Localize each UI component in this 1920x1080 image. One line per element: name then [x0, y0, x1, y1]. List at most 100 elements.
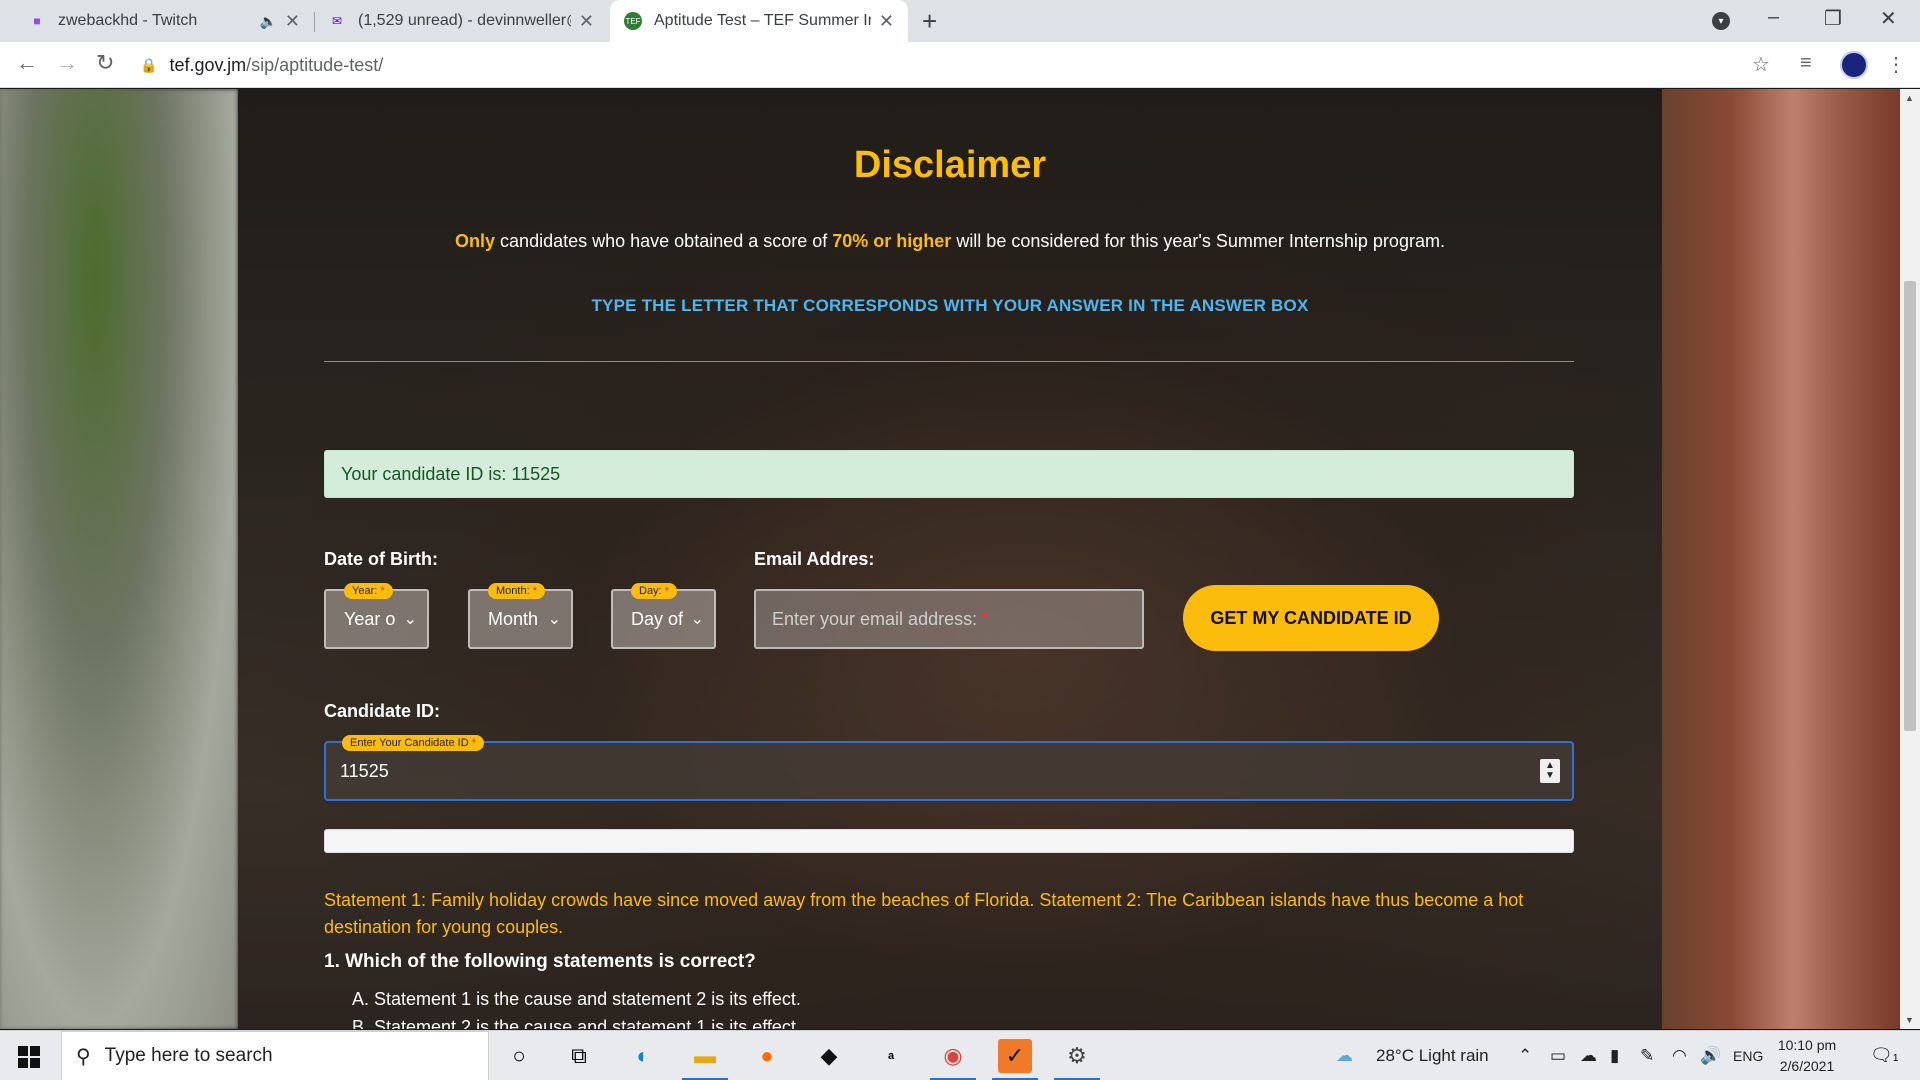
browser-toolbar: ← → ↻ 🔒 tef.gov.jm /sip/aptitude-test/ ☆… — [0, 42, 1920, 88]
progress-bar — [324, 829, 1574, 853]
day-select-value: Day of — [631, 608, 684, 629]
taskbar-search-placeholder: Type here to search — [104, 1045, 273, 1066]
yahoo-mail-icon: ✉ — [331, 14, 343, 28]
answer-option-a: A. Statement 1 is the cause and statemen… — [352, 989, 801, 1009]
close-icon[interactable]: ✕ — [879, 11, 894, 32]
forward-icon[interactable]: → — [56, 50, 78, 76]
weather-icon[interactable]: ☁ — [1336, 1046, 1353, 1066]
close-icon[interactable]: ✕ — [579, 11, 594, 32]
taskbar-clock[interactable]: 10:10 pm 2/6/2021 — [1762, 1035, 1852, 1077]
windows-start-icon[interactable] — [18, 1046, 40, 1068]
candidate-id-input[interactable]: Enter Your Candidate ID * 11525 ▲ ▼ — [324, 735, 1574, 801]
weather-text[interactable]: 28°C Light rain — [1376, 1046, 1489, 1066]
background-image-left — [0, 89, 238, 1029]
onedrive-icon[interactable]: ☁ — [1580, 1046, 1597, 1066]
norton-icon[interactable]: ✓ — [992, 1039, 1038, 1080]
year-badge: Year: * — [344, 583, 393, 599]
close-icon[interactable]: ✕ — [285, 11, 300, 32]
email-placeholder: Enter your email address: — [772, 608, 978, 629]
chevron-down-icon: ⌄ — [403, 611, 417, 628]
chevron-down-icon: ⌄ — [690, 611, 704, 628]
scrollbar-thumb[interactable] — [1904, 281, 1916, 731]
required-mark: * — [981, 608, 989, 629]
tab-title: Aptitude Test – TEF Summer Inter — [654, 12, 871, 29]
windows-taskbar: ⚲ Type here to search ○ ⧉ ◐ ▬ ● ◆ a ◉ ✓ … — [0, 1030, 1920, 1080]
media-control-icon[interactable]: ≡ — [1800, 52, 1812, 75]
task-view-icon[interactable]: ⧉ — [562, 1039, 596, 1073]
address-bar[interactable]: 🔒 tef.gov.jm /sip/aptitude-test/ — [140, 47, 1760, 83]
month-select[interactable]: Month: * Month ⌄ — [468, 583, 573, 649]
dob-label: Date of Birth: — [324, 549, 438, 569]
window-close-icon[interactable]: ✕ — [1880, 6, 1897, 31]
tab-title: zwebackhd - Twitch — [58, 12, 198, 29]
restore-icon[interactable]: ❐ — [1824, 6, 1842, 31]
pen-workspace-icon[interactable]: ✎ — [1640, 1046, 1654, 1066]
divider — [324, 361, 1574, 362]
disclaimer-highlight-only: Only — [455, 231, 496, 251]
chrome-icon[interactable]: ◉ — [930, 1039, 976, 1080]
candidate-id-label: Candidate ID: — [324, 701, 441, 721]
twitch-icon: ■ — [33, 14, 41, 28]
taskbar-search[interactable]: ⚲ Type here to search — [61, 1031, 489, 1080]
page-viewport: Disclaimer Only candidates who have obta… — [0, 89, 1900, 1029]
notification-center-icon[interactable]: 🗨1 — [1870, 1045, 1898, 1066]
candidate-id-alert: Your candidate ID is: 11525 — [324, 450, 1574, 498]
volume-icon[interactable]: 🔊 — [1700, 1046, 1721, 1066]
url-path: /sip/aptitude-test/ — [246, 54, 384, 75]
clock-time: 10:10 pm — [1777, 1037, 1837, 1053]
dropbox-icon[interactable]: ◆ — [812, 1039, 846, 1073]
scroll-down-icon[interactable]: ▼ — [1905, 1015, 1914, 1025]
get-candidate-id-button[interactable]: GET MY CANDIDATE ID — [1183, 585, 1439, 651]
battery-icon[interactable]: ▮ — [1610, 1046, 1619, 1066]
profile-avatar[interactable] — [1840, 51, 1868, 79]
disclaimer-text-part: will be considered for this year's Summe… — [951, 231, 1445, 251]
reload-icon[interactable]: ↻ — [96, 50, 114, 76]
question-statement: Statement 1: Family holiday crowds have … — [324, 890, 1524, 937]
settings-gear-icon[interactable]: ⚙ — [1054, 1039, 1100, 1080]
new-tab-button[interactable]: + — [922, 6, 937, 37]
tab-yahoo-mail[interactable]: ✉ (1,529 unread) - devinnweller@y ✕ — [314, 0, 608, 42]
candidate-id-badge: Enter Your Candidate ID * — [342, 735, 484, 751]
menu-icon[interactable]: ⋮ — [1886, 52, 1906, 77]
page-scrollbar[interactable]: ▲ ▼ — [1900, 89, 1920, 1029]
bookmark-star-icon[interactable]: ☆ — [1752, 52, 1770, 77]
show-hidden-icons-icon[interactable]: ⌃ — [1518, 1046, 1532, 1066]
disclaimer-text: Only candidates who have obtained a scor… — [238, 231, 1662, 252]
meet-now-icon[interactable]: ▭ — [1550, 1046, 1566, 1066]
tab-twitch[interactable]: ■ zwebackhd - Twitch 🔈 ✕ — [14, 0, 314, 42]
disclaimer-highlight-score: 70% or higher — [832, 231, 952, 251]
back-icon[interactable]: ← — [16, 50, 38, 76]
answer-instruction: TYPE THE LETTER THAT CORRESPONDS WITH YO… — [591, 296, 1309, 315]
cortana-icon[interactable]: ○ — [502, 1039, 536, 1073]
minimize-icon[interactable]: – — [1768, 6, 1779, 29]
wifi-icon[interactable]: ◠ — [1672, 1046, 1687, 1066]
clock-date: 2/6/2021 — [1779, 1058, 1835, 1074]
question-1: 1. Which of the following statements is … — [324, 951, 756, 972]
notification-count: 1 — [1892, 1053, 1899, 1064]
email-label: Email Addres: — [754, 549, 875, 569]
tab-aptitude-test[interactable]: TEF Aptitude Test – TEF Summer Inter ✕ — [610, 0, 908, 42]
year-select[interactable]: Year: * Year o ⌄ — [324, 583, 429, 649]
number-spinner-icon[interactable]: ▲ ▼ — [1540, 759, 1560, 783]
email-field[interactable]: Enter your email address: * — [754, 589, 1144, 649]
tab-search-icon[interactable]: ▾ — [1712, 12, 1730, 30]
scroll-up-icon[interactable]: ▲ — [1905, 93, 1914, 103]
file-explorer-icon[interactable]: ▬ — [682, 1039, 728, 1080]
day-select[interactable]: Day: * Day of ⌄ — [611, 583, 716, 649]
month-badge: Month: * — [488, 583, 545, 599]
edge-icon[interactable]: ◐ — [626, 1039, 660, 1073]
candidate-id-value: 11525 — [340, 760, 389, 781]
disclaimer-text-part: candidates who have obtained a score of — [495, 231, 833, 251]
tab-strip: ■ zwebackhd - Twitch 🔈 ✕ ✉ (1,529 unread… — [0, 0, 1920, 42]
year-select-value: Year o — [344, 608, 396, 629]
speaker-icon[interactable]: 🔈 — [259, 13, 276, 30]
month-select-value: Month — [488, 608, 539, 629]
lock-icon[interactable]: 🔒 — [140, 57, 157, 74]
language-indicator[interactable]: ENG — [1733, 1048, 1763, 1064]
content-panel: Disclaimer Only candidates who have obta… — [238, 89, 1662, 1029]
firefox-icon[interactable]: ● — [750, 1039, 784, 1073]
url-host: tef.gov.jm — [169, 54, 247, 75]
chevron-down-icon: ⌄ — [547, 611, 561, 628]
amazon-icon[interactable]: a — [874, 1039, 908, 1073]
tab-title: (1,529 unread) - devinnweller@y — [358, 12, 571, 29]
